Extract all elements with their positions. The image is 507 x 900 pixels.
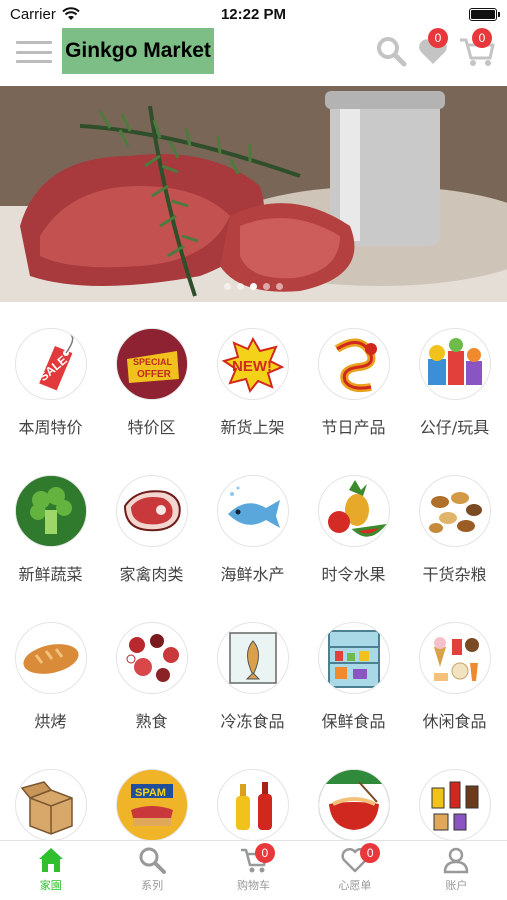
banner-meat-image (0, 86, 507, 302)
frozen-fish-icon (228, 632, 277, 684)
category-label: 冷冻食品 (220, 712, 285, 731)
category-label: 新鲜蔬菜 (18, 565, 83, 584)
category-label: 干货杂粮 (422, 565, 487, 584)
tab-account[interactable]: 账户 (406, 841, 507, 900)
tab-label: 购物车 (237, 879, 271, 892)
spam-can-icon: SPAM (116, 770, 187, 840)
wifi-icon (62, 7, 80, 20)
category-label: 熟食 (135, 712, 168, 731)
category-seafood[interactable]: 海鲜水产 (202, 475, 303, 585)
category-fresh-vegetables[interactable]: 新鲜蔬菜 (0, 475, 101, 585)
category-canned-food[interactable]: SPAM (101, 769, 202, 840)
fish-icon (227, 486, 280, 528)
fridge-icon (327, 630, 380, 688)
tab-series[interactable]: 系列 (101, 841, 202, 900)
tab-label: 心愿单 (338, 879, 372, 892)
search-icon[interactable] (374, 34, 408, 68)
category-label: 新货上架 (220, 418, 285, 437)
steak-icon (123, 490, 181, 532)
wishlist-badge: 0 (428, 28, 448, 48)
home-icon (38, 848, 63, 872)
svg-text:OFFER: OFFER (137, 369, 172, 380)
sale-tag-icon: SALE (36, 334, 73, 391)
category-new-arrivals[interactable]: NEW! 新货上架 (202, 328, 303, 438)
new-burst-icon: NEW! (221, 336, 284, 394)
status-bar: Carrier 12:22 PM (0, 0, 507, 28)
category-bakery[interactable]: 烘烤 (0, 622, 101, 732)
cart-button[interactable]: 0 (458, 28, 496, 68)
banner-dot[interactable] (237, 283, 244, 290)
deli-icon (126, 634, 179, 682)
svg-text:SPAM: SPAM (135, 787, 166, 799)
drinks-icon (431, 781, 478, 831)
wishlist-button[interactable]: 0 (416, 28, 450, 68)
tab-label: 家園 (39, 879, 62, 892)
category-chilled-food[interactable]: 保鲜食品 (303, 622, 404, 732)
category-snacks[interactable]: 休闲食品 (404, 622, 505, 732)
category-frozen-food[interactable]: 冷冻食品 (202, 622, 303, 732)
search-icon (139, 847, 167, 874)
category-label: 公仔/玩具 (419, 418, 490, 437)
battery-icon (469, 7, 500, 21)
snacks-icon (433, 637, 479, 681)
category-festival-products[interactable]: 节日产品 (303, 328, 404, 438)
carrier-label: Carrier (10, 5, 56, 23)
category-label: 本周特价 (18, 418, 83, 437)
category-label: 烘烤 (34, 712, 67, 731)
cart-badge: 0 (472, 28, 492, 48)
fruit-icon (327, 480, 387, 537)
promo-banner[interactable] (0, 86, 507, 302)
svg-text:SPECIAL: SPECIAL (133, 357, 173, 367)
category-grid: SALE 本周特价 SPECIAL OFFER 特价区 NEW! 新货上架 节日… (0, 320, 507, 840)
app-header: Ginkgo Market 0 0 (0, 28, 507, 78)
cart-tab-badge: 0 (254, 843, 275, 863)
category-label: 家禽肉类 (119, 565, 184, 584)
nuts-icon (428, 492, 482, 533)
category-boxed-goods[interactable] (0, 769, 101, 840)
dragon-icon (334, 338, 377, 393)
banner-dot-active[interactable] (250, 283, 257, 290)
special-offer-icon: SPECIAL OFFER (116, 329, 187, 399)
tab-label: 系列 (141, 879, 164, 892)
app-logo[interactable]: Ginkgo Market (62, 28, 214, 74)
broccoli-icon (15, 476, 86, 546)
category-label: 海鲜水产 (220, 565, 285, 584)
wishlist-tab-badge: 0 (360, 843, 381, 863)
tab-wishlist[interactable]: 0 心愿单 (304, 841, 405, 900)
category-dry-goods[interactable]: 干货杂粮 (404, 475, 505, 585)
sauce-bottles-icon (235, 782, 272, 830)
status-left: Carrier (10, 6, 80, 23)
tab-label: 账户 (445, 879, 468, 892)
noodle-bowl-icon (318, 770, 389, 840)
banner-dot[interactable] (224, 283, 231, 290)
bread-icon (22, 644, 79, 674)
banner-pagination (0, 283, 507, 290)
bottom-tab-bar: 家園 系列 0 购物车 0 心愿单 账户 (0, 840, 507, 900)
banner-dot[interactable] (263, 283, 270, 290)
user-icon (444, 847, 469, 874)
category-label: 保鲜食品 (321, 712, 386, 731)
category-label: 特价区 (127, 418, 176, 437)
category-seasonal-fruit[interactable]: 时令水果 (303, 475, 404, 585)
category-condiments[interactable] (202, 769, 303, 840)
svg-text:NEW!: NEW! (232, 358, 272, 375)
banner-dot[interactable] (276, 283, 283, 290)
category-poultry-meat[interactable]: 家禽肉类 (101, 475, 202, 585)
category-noodles[interactable] (303, 769, 404, 840)
category-label: 休闲食品 (422, 712, 487, 731)
category-weekly-special[interactable]: SALE 本周特价 (0, 328, 101, 438)
hamburger-menu-icon[interactable] (16, 38, 52, 66)
category-drinks[interactable] (404, 769, 505, 840)
toys-icon (427, 338, 482, 385)
category-deli[interactable]: 熟食 (101, 622, 202, 732)
category-toys[interactable]: 公仔/玩具 (404, 328, 505, 438)
box-icon (20, 781, 73, 835)
category-special-offer[interactable]: SPECIAL OFFER 特价区 (101, 328, 202, 438)
category-label: 节日产品 (321, 418, 386, 437)
tab-home[interactable]: 家園 (0, 841, 101, 900)
category-label: 时令水果 (321, 565, 386, 584)
tab-cart[interactable]: 0 购物车 (203, 841, 304, 900)
